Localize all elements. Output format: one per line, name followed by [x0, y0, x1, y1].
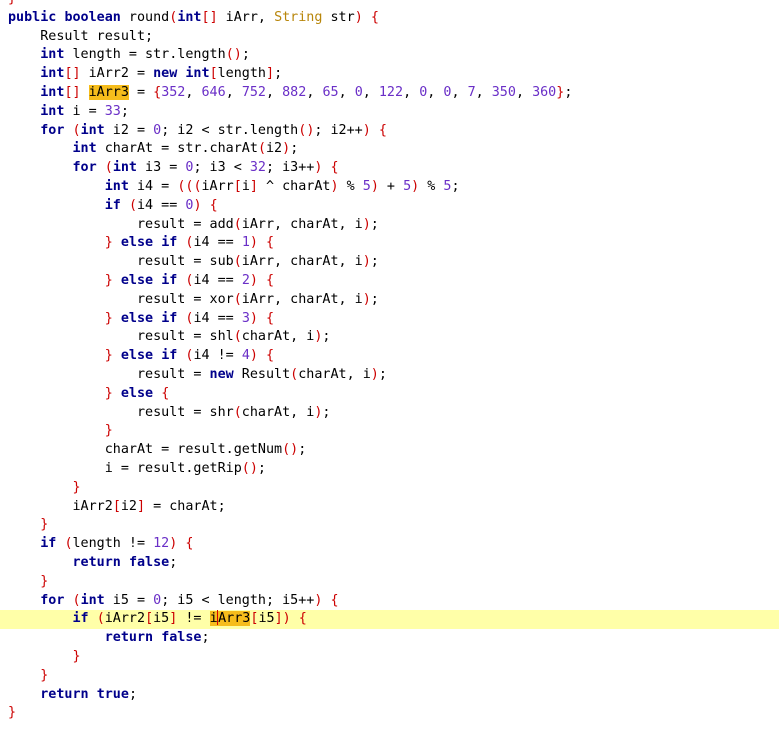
code-line[interactable]: if (length != 12) {	[0, 535, 779, 554]
code-line-text: } else {	[104, 385, 170, 401]
code-line-text: for (int i3 = 0; i3 < 32; i3++) {	[72, 160, 339, 176]
current-code-line[interactable]: if (iArr2[i5] != iArr3[i5]) {	[0, 610, 779, 630]
code-line-text: if (iArr2[i5] != iArr3[i5]) {	[72, 610, 307, 627]
code-line[interactable]: }	[0, 704, 779, 723]
code-line[interactable]: }	[0, 648, 779, 667]
code-line-text: public boolean round(int[] iArr, String …	[8, 9, 379, 25]
code-line[interactable]: result = sub(iArr, charAt, i);	[0, 253, 779, 272]
code-line[interactable]: }	[0, 479, 779, 498]
code-line-text: }	[40, 667, 49, 683]
code-line[interactable]: int charAt = str.charAt(i2);	[0, 140, 779, 159]
code-line[interactable]: for (int i3 = 0; i3 < 32; i3++) {	[0, 159, 779, 178]
code-line-text: } else if (i4 == 2) {	[104, 273, 275, 288]
code-line-text: int length = str.length();	[40, 47, 250, 63]
code-line[interactable]: }	[0, 573, 779, 592]
code-line-text: } else if (i4 != 4) {	[104, 348, 275, 364]
code-line-text: }	[40, 573, 49, 589]
code-line[interactable]: return false;	[0, 554, 779, 573]
code-line[interactable]: } else if (i4 == 2) {	[0, 272, 779, 291]
code-line-text: return false;	[72, 555, 178, 570]
code-line-text: int i4 = (((iArr[i] ^ charAt) % 5) + 5) …	[104, 179, 460, 194]
code-line[interactable]: int i4 = (((iArr[i] ^ charAt) % 5) + 5) …	[0, 178, 779, 197]
code-line-text: int i = 33;	[40, 103, 129, 119]
code-line-text: }	[72, 649, 81, 664]
code-line-text: for (int i5 = 0; i5 < length; i5++) {	[40, 592, 339, 608]
code-line-text: } else if (i4 == 1) {	[104, 235, 275, 251]
code-line-text: return false;	[104, 630, 210, 646]
code-line-text: for (int i2 = 0; i2 < str.length(); i2++…	[40, 122, 387, 138]
code-line[interactable]: }	[0, 516, 779, 535]
code-line[interactable]: result = shl(charAt, i);	[0, 328, 779, 347]
code-editor[interactable]: }public boolean round(int[] iArr, String…	[0, 0, 779, 737]
code-line-text: i = result.getRip();	[8, 461, 266, 476]
code-line-text: if (i4 == 0) {	[104, 197, 218, 213]
code-line[interactable]: Result result;	[0, 28, 779, 47]
code-line[interactable]: public boolean round(int[] iArr, String …	[0, 9, 779, 28]
code-line-text: int charAt = str.charAt(i2);	[72, 141, 299, 157]
code-line[interactable]: if (i4 == 0) {	[0, 197, 779, 216]
code-line-text: }	[104, 423, 113, 439]
code-line[interactable]: iArr2[i2] = charAt;	[0, 498, 779, 517]
code-line-text: result = new Result(charAt, i);	[8, 367, 387, 382]
code-line-text: result = sub(iArr, charAt, i);	[8, 254, 379, 270]
code-line[interactable]: }	[0, 667, 779, 686]
code-line-text: if (length != 12) {	[40, 536, 194, 552]
code-line-text: result = shl(charAt, i);	[8, 329, 331, 345]
code-line[interactable]: i = result.getRip();	[0, 460, 779, 479]
code-line-text: return true;	[40, 686, 137, 702]
text-caret	[216, 610, 219, 626]
code-line-text: result = shr(charAt, i);	[8, 404, 331, 420]
code-line[interactable]: int length = str.length();	[0, 46, 779, 65]
code-line[interactable]: result = new Result(charAt, i);	[0, 366, 779, 385]
code-line[interactable]: } else if (i4 == 3) {	[0, 310, 779, 329]
code-line-text: result = add(iArr, charAt, i);	[8, 216, 379, 232]
code-line[interactable]: int[] iArr3 = {352, 646, 752, 882, 65, 0…	[0, 84, 779, 103]
code-line[interactable]: for (int i2 = 0; i2 < str.length(); i2++…	[0, 122, 779, 141]
code-line[interactable]: result = shr(charAt, i);	[0, 404, 779, 423]
code-line[interactable]: return false;	[0, 629, 779, 648]
code-line-text: int[] iArr2 = new int[length];	[40, 66, 283, 82]
code-line-text: Result result;	[8, 28, 154, 44]
code-line[interactable]: int i = 33;	[0, 103, 779, 122]
code-line[interactable]: charAt = result.getNum();	[0, 441, 779, 460]
code-line-text: } else if (i4 == 3) {	[104, 310, 275, 326]
code-line[interactable]: for (int i5 = 0; i5 < length; i5++) {	[0, 592, 779, 611]
code-line[interactable]: int[] iArr2 = new int[length];	[0, 65, 779, 84]
code-line[interactable]: result = xor(iArr, charAt, i);	[0, 291, 779, 310]
code-line[interactable]: }	[0, 0, 779, 9]
code-line[interactable]: }	[0, 422, 779, 441]
code-line-text: charAt = result.getNum();	[8, 442, 307, 458]
code-line[interactable]: result = add(iArr, charAt, i);	[0, 216, 779, 235]
code-line-text: iArr2[i2] = charAt;	[8, 498, 226, 514]
code-line[interactable]: } else {	[0, 385, 779, 404]
code-line[interactable]: return true;	[0, 686, 779, 705]
code-line[interactable]: } else if (i4 != 4) {	[0, 347, 779, 366]
code-line[interactable]: } else if (i4 == 1) {	[0, 234, 779, 253]
code-line-text: int[] iArr3 = {352, 646, 752, 882, 65, 0…	[40, 85, 573, 100]
code-line-text: }	[8, 0, 16, 9]
code-line-text: result = xor(iArr, charAt, i);	[8, 291, 379, 307]
code-line-text: }	[8, 705, 17, 721]
code-line-text: }	[72, 479, 81, 495]
code-line-text: }	[40, 517, 49, 533]
